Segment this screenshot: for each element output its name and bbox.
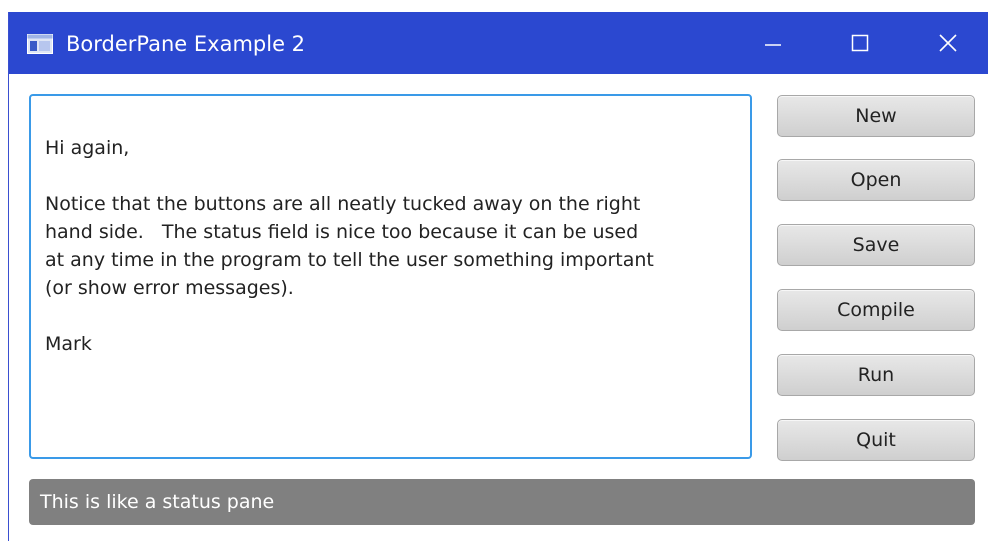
window-title: BorderPane Example 2 [66,32,306,56]
text-line [45,106,750,134]
save-button[interactable]: Save [777,224,975,266]
close-button[interactable] [913,12,983,74]
close-icon [939,34,957,52]
window-left-border [8,12,9,541]
text-line: Hi again, [45,137,130,159]
text-line: hand side. The status field is nice too … [45,221,639,243]
text-line: (or show error messages). [45,277,294,299]
quit-button[interactable]: Quit [777,419,975,461]
maximize-icon [851,34,869,52]
text-line [45,302,750,330]
text-line [45,162,750,190]
maximize-button[interactable] [825,12,895,74]
status-pane: This is like a status pane [29,479,975,525]
title-bar[interactable]: BorderPane Example 2 [8,12,988,74]
minimize-button[interactable] [738,12,808,74]
window-app-icon [27,34,53,54]
text-line: Notice that the buttons are all neatly t… [45,193,641,215]
text-line: Mark [45,333,92,355]
compile-button[interactable]: Compile [777,289,975,331]
text-line: at any time in the program to tell the u… [45,249,654,271]
open-button[interactable]: Open [777,159,975,201]
minimize-icon [765,44,781,46]
run-button[interactable]: Run [777,354,975,396]
new-button[interactable]: New [777,95,975,137]
text-area[interactable]: Hi again, Notice that the buttons are al… [29,94,752,459]
